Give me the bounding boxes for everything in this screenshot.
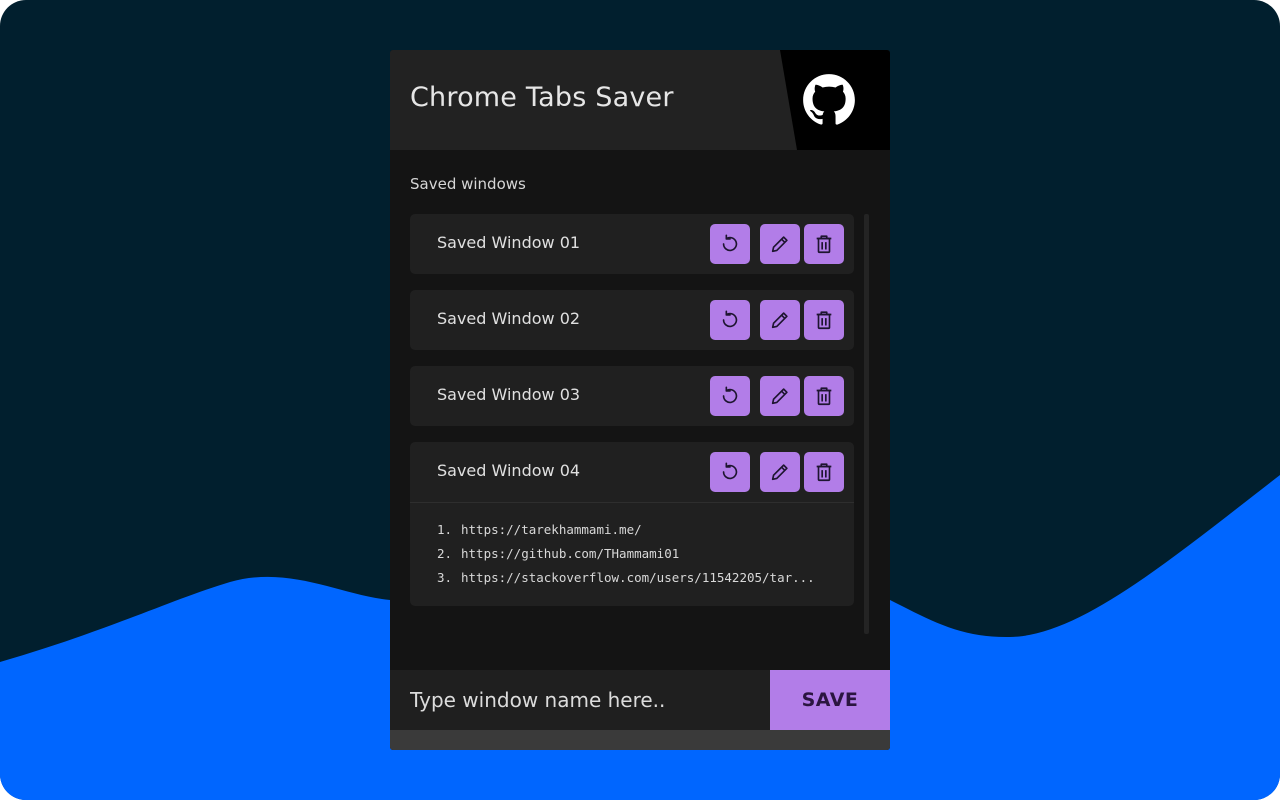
delete-button[interactable]	[804, 376, 844, 416]
pencil-icon	[771, 236, 788, 253]
tab-url-item: 3. https://stackoverflow.com/users/115422…	[437, 566, 854, 590]
tab-url-link[interactable]: https://tarekhammami.me/	[461, 522, 642, 537]
saved-window-card[interactable]: Saved Window 02	[410, 290, 854, 350]
bottom-strip	[390, 730, 890, 750]
save-button[interactable]: SAVE	[770, 670, 890, 730]
header: Chrome Tabs Saver	[390, 50, 890, 150]
restore-button[interactable]	[710, 300, 750, 340]
delete-button[interactable]	[804, 452, 844, 492]
tab-url-link[interactable]: https://stackoverflow.com/users/11542205…	[461, 566, 815, 590]
tab-url-item: 2. https://github.com/THammami01	[437, 542, 854, 566]
footer: SAVE	[390, 670, 890, 730]
tab-number: 1.	[437, 522, 453, 537]
window-name: Saved Window 01	[437, 233, 581, 252]
tab-url-link[interactable]: https://github.com/THammami01	[461, 546, 679, 561]
pencil-icon	[771, 464, 788, 481]
trash-icon	[816, 235, 832, 254]
restore-icon	[722, 310, 738, 328]
trash-icon	[816, 311, 832, 330]
app-title: Chrome Tabs Saver	[410, 82, 674, 113]
saved-windows-list: Saved Window 01 Saved Window 02 Saved Wi…	[410, 214, 854, 622]
window-name: Saved Window 04	[437, 461, 581, 480]
saved-window-card[interactable]: Saved Window 03	[410, 366, 854, 426]
saved-window-card-expanded[interactable]: Saved Window 04 1. https://tarekhammami.…	[410, 442, 854, 606]
card-header[interactable]: Saved Window 02	[410, 290, 854, 350]
tab-url-item: 1. https://tarekhammami.me/	[437, 518, 854, 542]
pencil-icon	[771, 388, 788, 405]
background: Chrome Tabs Saver Saved windows Saved Wi…	[0, 0, 1280, 800]
tab-url-list: 1. https://tarekhammami.me/ 2. https://git…	[410, 503, 854, 606]
pencil-icon	[771, 312, 788, 329]
delete-button[interactable]	[804, 300, 844, 340]
trash-icon	[816, 387, 832, 406]
card-header[interactable]: Saved Window 01	[410, 214, 854, 274]
section-label: Saved windows	[410, 175, 526, 193]
edit-button[interactable]	[760, 300, 800, 340]
window-name: Saved Window 02	[437, 309, 581, 328]
extension-popup: Chrome Tabs Saver Saved windows Saved Wi…	[390, 50, 890, 750]
restore-icon	[722, 386, 738, 404]
restore-icon	[722, 462, 738, 480]
card-header[interactable]: Saved Window 04	[410, 442, 854, 502]
tab-number: 2.	[437, 546, 453, 561]
card-header[interactable]: Saved Window 03	[410, 366, 854, 426]
scrollbar[interactable]	[864, 214, 869, 634]
restore-button[interactable]	[710, 376, 750, 416]
github-link[interactable]	[780, 50, 890, 150]
tab-number: 3.	[437, 570, 453, 585]
edit-button[interactable]	[760, 224, 800, 264]
edit-button[interactable]	[760, 376, 800, 416]
edit-button[interactable]	[760, 452, 800, 492]
restore-button[interactable]	[710, 452, 750, 492]
restore-button[interactable]	[710, 224, 750, 264]
window-name-input[interactable]	[390, 670, 770, 730]
window-name: Saved Window 03	[437, 385, 581, 404]
restore-icon	[722, 234, 738, 252]
saved-window-card[interactable]: Saved Window 01	[410, 214, 854, 274]
delete-button[interactable]	[804, 224, 844, 264]
trash-icon	[816, 463, 832, 482]
